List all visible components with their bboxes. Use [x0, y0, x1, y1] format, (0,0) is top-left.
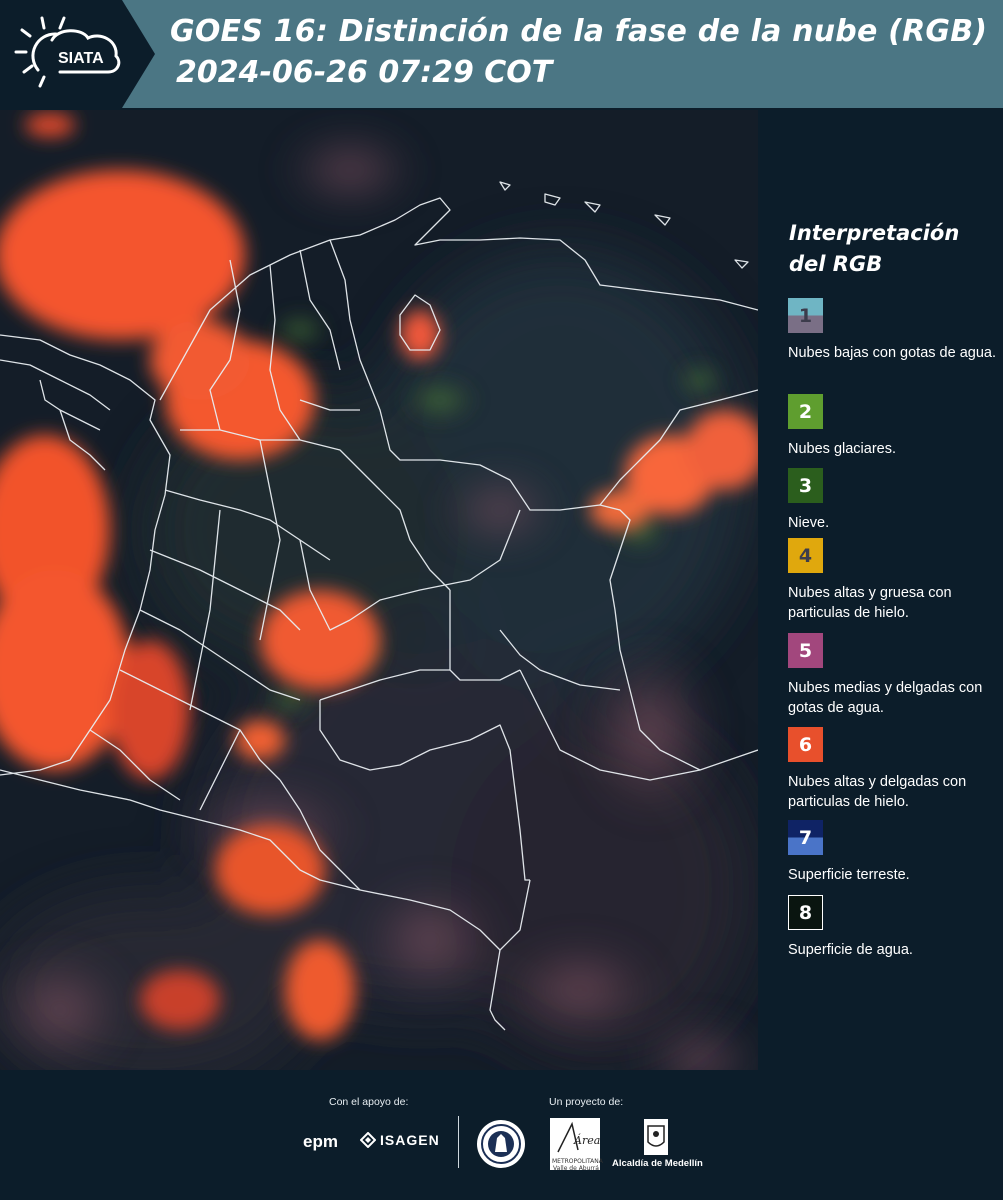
- legend-item-8: 8 Superficie de agua.: [788, 895, 1000, 960]
- legend-swatch-7: 7: [788, 820, 823, 855]
- legend-panel: Interpretación del RGB 1 Nubes bajas con…: [760, 110, 1003, 1070]
- legend-item-4: 4 Nubes altas y gruesa con particulas de…: [788, 538, 1000, 623]
- legend-label-7: Superficie terreste.: [788, 867, 910, 883]
- area-metropolitana-icon: Área: [557, 1121, 600, 1153]
- legend-label-1: Nubes bajas con gotas de agua.: [788, 345, 996, 361]
- page-timestamp: 2024-06-26 07:29 COT: [176, 55, 553, 90]
- legend-label-8: Superficie de agua.: [788, 942, 913, 958]
- legend-num-2: 2: [798, 400, 813, 423]
- legend-item-5: 5 Nubes medias y delgadas con gotas de a…: [788, 633, 1000, 718]
- legend-num-5: 5: [798, 639, 813, 662]
- legend-swatch-2: 2: [788, 394, 823, 429]
- header-banner: SIATA GOES 16: Distinción de la fase de …: [0, 0, 1003, 108]
- page-title: GOES 16: Distinción de la fase de la nub…: [170, 14, 988, 49]
- legend-num-4: 4: [798, 544, 813, 567]
- legend-label-4: Nubes altas y gruesa con particulas de h…: [788, 585, 952, 621]
- legend-item-1: 1 Nubes bajas con gotas de agua.: [788, 298, 1000, 363]
- legend-label-5: Nubes medias y delgadas con gotas de agu…: [788, 680, 983, 716]
- legend-swatch-3: 3: [788, 468, 823, 503]
- legend-item-2: 2 Nubes glaciares.: [788, 394, 1000, 459]
- legend-num-7: 7: [798, 826, 813, 849]
- legend-swatch-8: 8: [788, 895, 823, 930]
- legend-title: Interpretación del RGB: [789, 221, 960, 276]
- footer-divider: [458, 1116, 459, 1168]
- legend-num-1: 1: [798, 304, 813, 327]
- siata-logo: SIATA: [0, 0, 155, 108]
- epm-logo: epm: [303, 1132, 338, 1151]
- isagen-icon: [360, 1132, 376, 1148]
- legend-num-8: 8: [798, 901, 813, 924]
- legend-label-3: Nieve.: [788, 515, 830, 531]
- legend-item-7: 7 Superficie terreste.: [788, 820, 1000, 885]
- legend-swatch-6: 6: [788, 727, 823, 762]
- legend-num-3: 3: [798, 474, 813, 497]
- legend-label-6: Nubes altas y delgadas con particulas de…: [788, 774, 967, 810]
- medellin-shield-icon: [644, 1119, 668, 1155]
- legend-label-2: Nubes glaciares.: [788, 441, 896, 457]
- isagen-text: ISAGEN: [380, 1132, 440, 1148]
- area-caption: METROPOLITANA Valle de Aburrá: [552, 1158, 603, 1172]
- legend-swatch-1: 1: [788, 298, 823, 333]
- area-logo-text: Área: [573, 1133, 600, 1147]
- footer: Con el apoyo de: Un proyecto de: epm ISA…: [0, 1070, 1003, 1200]
- support-label: Con el apoyo de:: [329, 1096, 409, 1108]
- isagen-logo: ISAGEN: [360, 1132, 440, 1148]
- legend-swatch-5: 5: [788, 633, 823, 668]
- legend-item-3: 3 Nieve.: [788, 468, 1000, 533]
- satellite-map: [0, 110, 758, 1070]
- legend-num-6: 6: [798, 733, 813, 756]
- medellin-label: Alcaldía de Medellín: [612, 1158, 703, 1169]
- siata-logo-text: SIATA: [58, 50, 104, 67]
- legend-item-6: 6 Nubes altas y delgadas con particulas …: [788, 727, 1000, 812]
- legend-swatch-4: 4: [788, 538, 823, 573]
- seal-icon: [477, 1120, 525, 1168]
- project-label: Un proyecto de:: [549, 1096, 624, 1108]
